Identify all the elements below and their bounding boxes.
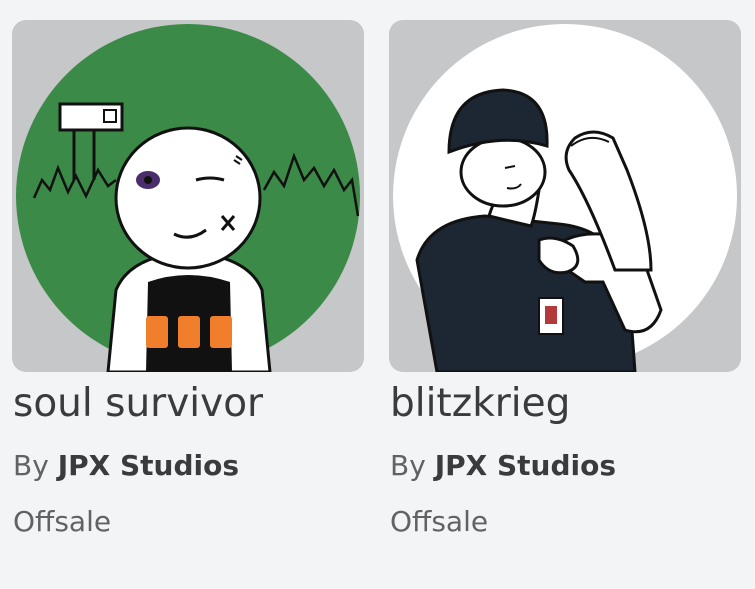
item-name[interactable]: blitzkrieg: [390, 380, 570, 428]
soul-survivor-avatar-icon: [16, 24, 360, 372]
item-thumbnail[interactable]: [389, 20, 741, 372]
blitzkrieg-avatar-icon: [393, 24, 737, 372]
item-price: Offsale: [390, 505, 489, 538]
item-thumbnail[interactable]: [12, 20, 364, 372]
item-price: Offsale: [13, 505, 112, 538]
item-name[interactable]: soul survivor: [13, 380, 263, 428]
item-card-soul-survivor[interactable]: soul survivor By JPX Studios Offsale: [12, 20, 364, 538]
creator-link[interactable]: JPX Studios: [435, 449, 616, 482]
creator-link[interactable]: JPX Studios: [58, 449, 239, 482]
item-card-blitzkrieg[interactable]: blitzkrieg By JPX Studios Offsale: [389, 20, 741, 538]
item-grid: soul survivor By JPX Studios Offsale bli…: [0, 0, 755, 589]
item-creator: By JPX Studios: [390, 448, 616, 484]
item-creator: By JPX Studios: [13, 448, 239, 484]
by-label: By: [13, 449, 49, 482]
by-label: By: [390, 449, 426, 482]
